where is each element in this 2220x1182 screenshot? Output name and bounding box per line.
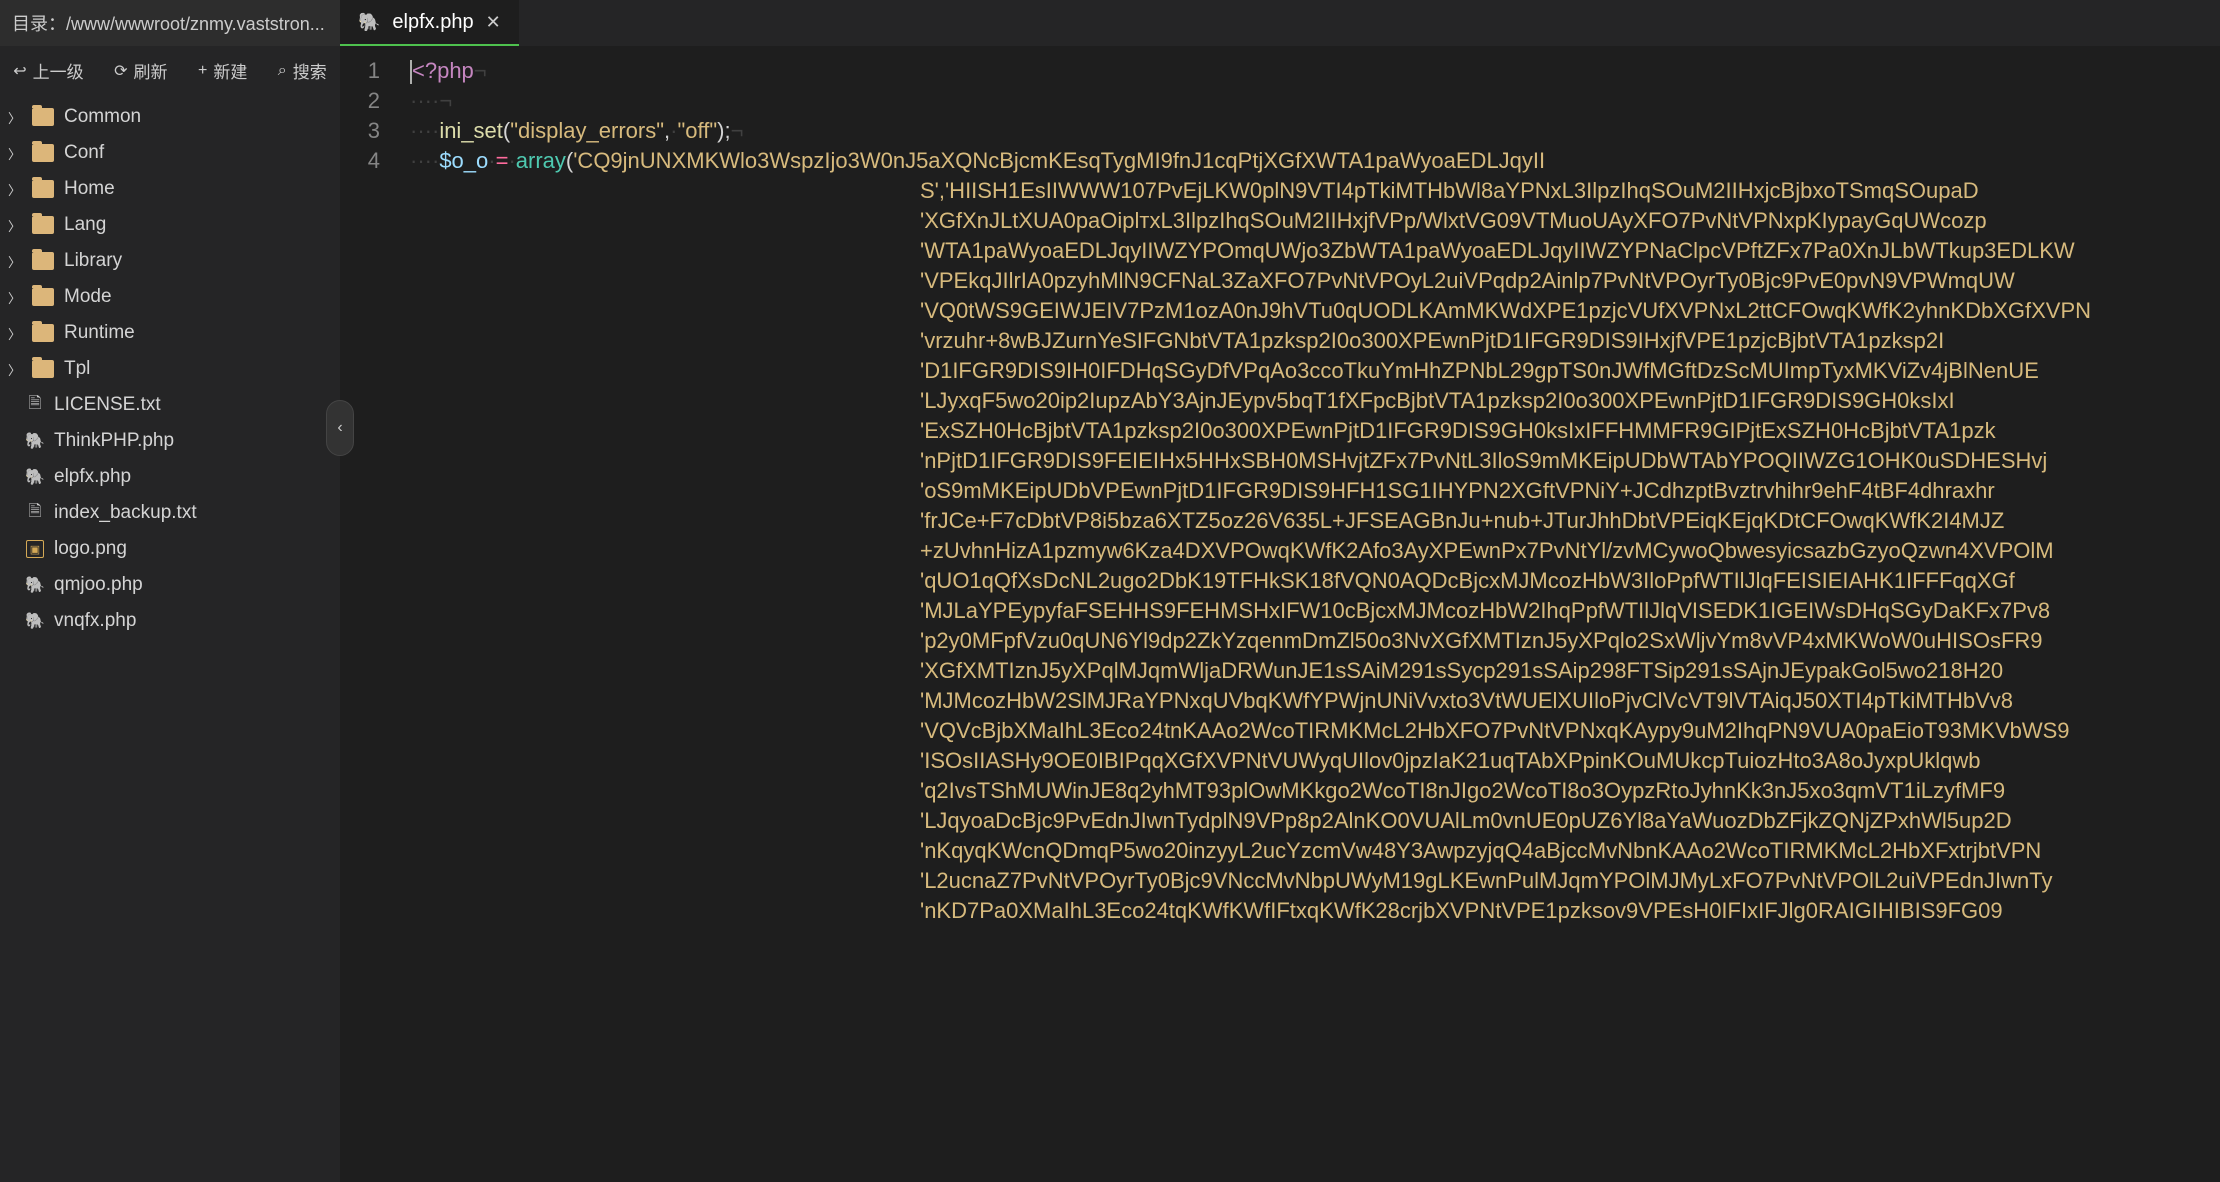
file-vnqfx[interactable]: 🐘 vnqfx.php — [0, 603, 340, 639]
chevron-right-icon: 〉 — [8, 108, 22, 127]
search-icon: ⌕ — [278, 62, 287, 80]
folder-lang[interactable]: 〉 Lang — [0, 207, 340, 243]
file-license[interactable]: 🗎 LICENSE.txt — [0, 387, 340, 423]
new-label: 新建 — [213, 58, 247, 83]
file-label: ThinkPHP.php — [54, 430, 174, 452]
chevron-right-icon: 〉 — [8, 180, 22, 199]
file-label: elpfx.php — [54, 466, 131, 488]
image-file-icon: ▣ — [26, 540, 44, 558]
tab-label: elpfx.php — [392, 11, 473, 34]
sidebar: 目录：/www/wwwroot/znmy.vaststron... ↩ 上一级 … — [0, 0, 340, 1182]
file-label: index_backup.txt — [54, 502, 197, 524]
line-number: 1 — [340, 56, 380, 86]
directory-path-header: 目录：/www/wwwroot/znmy.vaststron... — [0, 0, 340, 46]
chevron-right-icon: 〉 — [8, 252, 22, 271]
search-button[interactable]: ⌕ 搜索 — [270, 54, 335, 87]
up-level-button[interactable]: ↩ 上一级 — [5, 54, 91, 87]
folder-label: Common — [64, 106, 141, 128]
chevron-right-icon: 〉 — [8, 144, 22, 163]
file-logo[interactable]: ▣ logo.png — [0, 531, 340, 567]
folder-icon — [32, 180, 54, 198]
file-index-backup[interactable]: 🗎 index_backup.txt — [0, 495, 340, 531]
file-qmjoo[interactable]: 🐘 qmjoo.php — [0, 567, 340, 603]
close-icon[interactable]: ✕ — [486, 12, 501, 33]
folder-label: Home — [64, 178, 115, 200]
folder-icon — [32, 324, 54, 342]
folder-home[interactable]: 〉 Home — [0, 171, 340, 207]
code-area[interactable]: 1 2 3 4 <?php¬····¬····ini_set("display_… — [340, 46, 2220, 1182]
file-thinkphp[interactable]: 🐘 ThinkPHP.php — [0, 423, 340, 459]
sidebar-collapse-handle[interactable]: ‹ — [326, 400, 354, 456]
folder-label: Tpl — [64, 358, 90, 380]
folder-common[interactable]: 〉 Common — [0, 99, 340, 135]
folder-label: Conf — [64, 142, 104, 164]
php-file-icon: 🐘 — [26, 467, 44, 487]
folder-icon — [32, 144, 54, 162]
line-number: 4 — [340, 146, 380, 176]
file-label: logo.png — [54, 538, 127, 560]
folder-icon — [32, 216, 54, 234]
folder-tpl[interactable]: 〉 Tpl — [0, 351, 340, 387]
file-elpfx[interactable]: 🐘 elpfx.php — [0, 459, 340, 495]
up-level-label: 上一级 — [33, 58, 84, 83]
code-content[interactable]: <?php¬····¬····ini_set("display_errors",… — [400, 46, 2220, 1182]
refresh-label: 刷新 — [134, 58, 168, 83]
folder-conf[interactable]: 〉 Conf — [0, 135, 340, 171]
text-file-icon: 🗎 — [26, 395, 44, 415]
folder-mode[interactable]: 〉 Mode — [0, 279, 340, 315]
php-file-icon: 🐘 — [26, 431, 44, 451]
folder-library[interactable]: 〉 Library — [0, 243, 340, 279]
refresh-icon: ⟳ — [114, 61, 127, 81]
refresh-button[interactable]: ⟳ 刷新 — [106, 54, 175, 87]
up-arrow-icon: ↩ — [13, 61, 26, 81]
new-button[interactable]: + 新建 — [190, 54, 255, 87]
folder-icon — [32, 108, 54, 126]
php-file-icon: 🐘 — [358, 12, 380, 33]
file-label: vnqfx.php — [54, 610, 136, 632]
chevron-right-icon: 〉 — [8, 360, 22, 379]
folder-icon — [32, 288, 54, 306]
folder-label: Library — [64, 250, 122, 272]
folder-icon — [32, 252, 54, 270]
sidebar-toolbar: ↩ 上一级 ⟳ 刷新 + 新建 ⌕ 搜索 — [0, 46, 340, 95]
chevron-right-icon: 〉 — [8, 216, 22, 235]
php-file-icon: 🐘 — [26, 611, 44, 631]
editor-area: ‹ 🐘 elpfx.php ✕ 1 2 3 4 <?php¬····¬····i… — [340, 0, 2220, 1182]
plus-icon: + — [198, 62, 207, 80]
search-label: 搜索 — [293, 58, 327, 83]
line-number: 3 — [340, 116, 380, 146]
folder-label: Lang — [64, 214, 106, 236]
folder-runtime[interactable]: 〉 Runtime — [0, 315, 340, 351]
tab-elpfx[interactable]: 🐘 elpfx.php ✕ — [340, 0, 519, 46]
file-label: LICENSE.txt — [54, 394, 161, 416]
chevron-right-icon: 〉 — [8, 288, 22, 307]
chevron-right-icon: 〉 — [8, 324, 22, 343]
folder-icon — [32, 360, 54, 378]
file-tree: 〉 Common 〉 Conf 〉 Home 〉 Lang 〉 — [0, 95, 340, 1182]
folder-label: Mode — [64, 286, 112, 308]
text-file-icon: 🗎 — [26, 503, 44, 523]
file-label: qmjoo.php — [54, 574, 143, 596]
folder-label: Runtime — [64, 322, 135, 344]
tabs-bar: 🐘 elpfx.php ✕ — [340, 0, 2220, 46]
line-number: 2 — [340, 86, 380, 116]
php-file-icon: 🐘 — [26, 575, 44, 595]
line-number-gutter: 1 2 3 4 — [340, 46, 400, 1182]
